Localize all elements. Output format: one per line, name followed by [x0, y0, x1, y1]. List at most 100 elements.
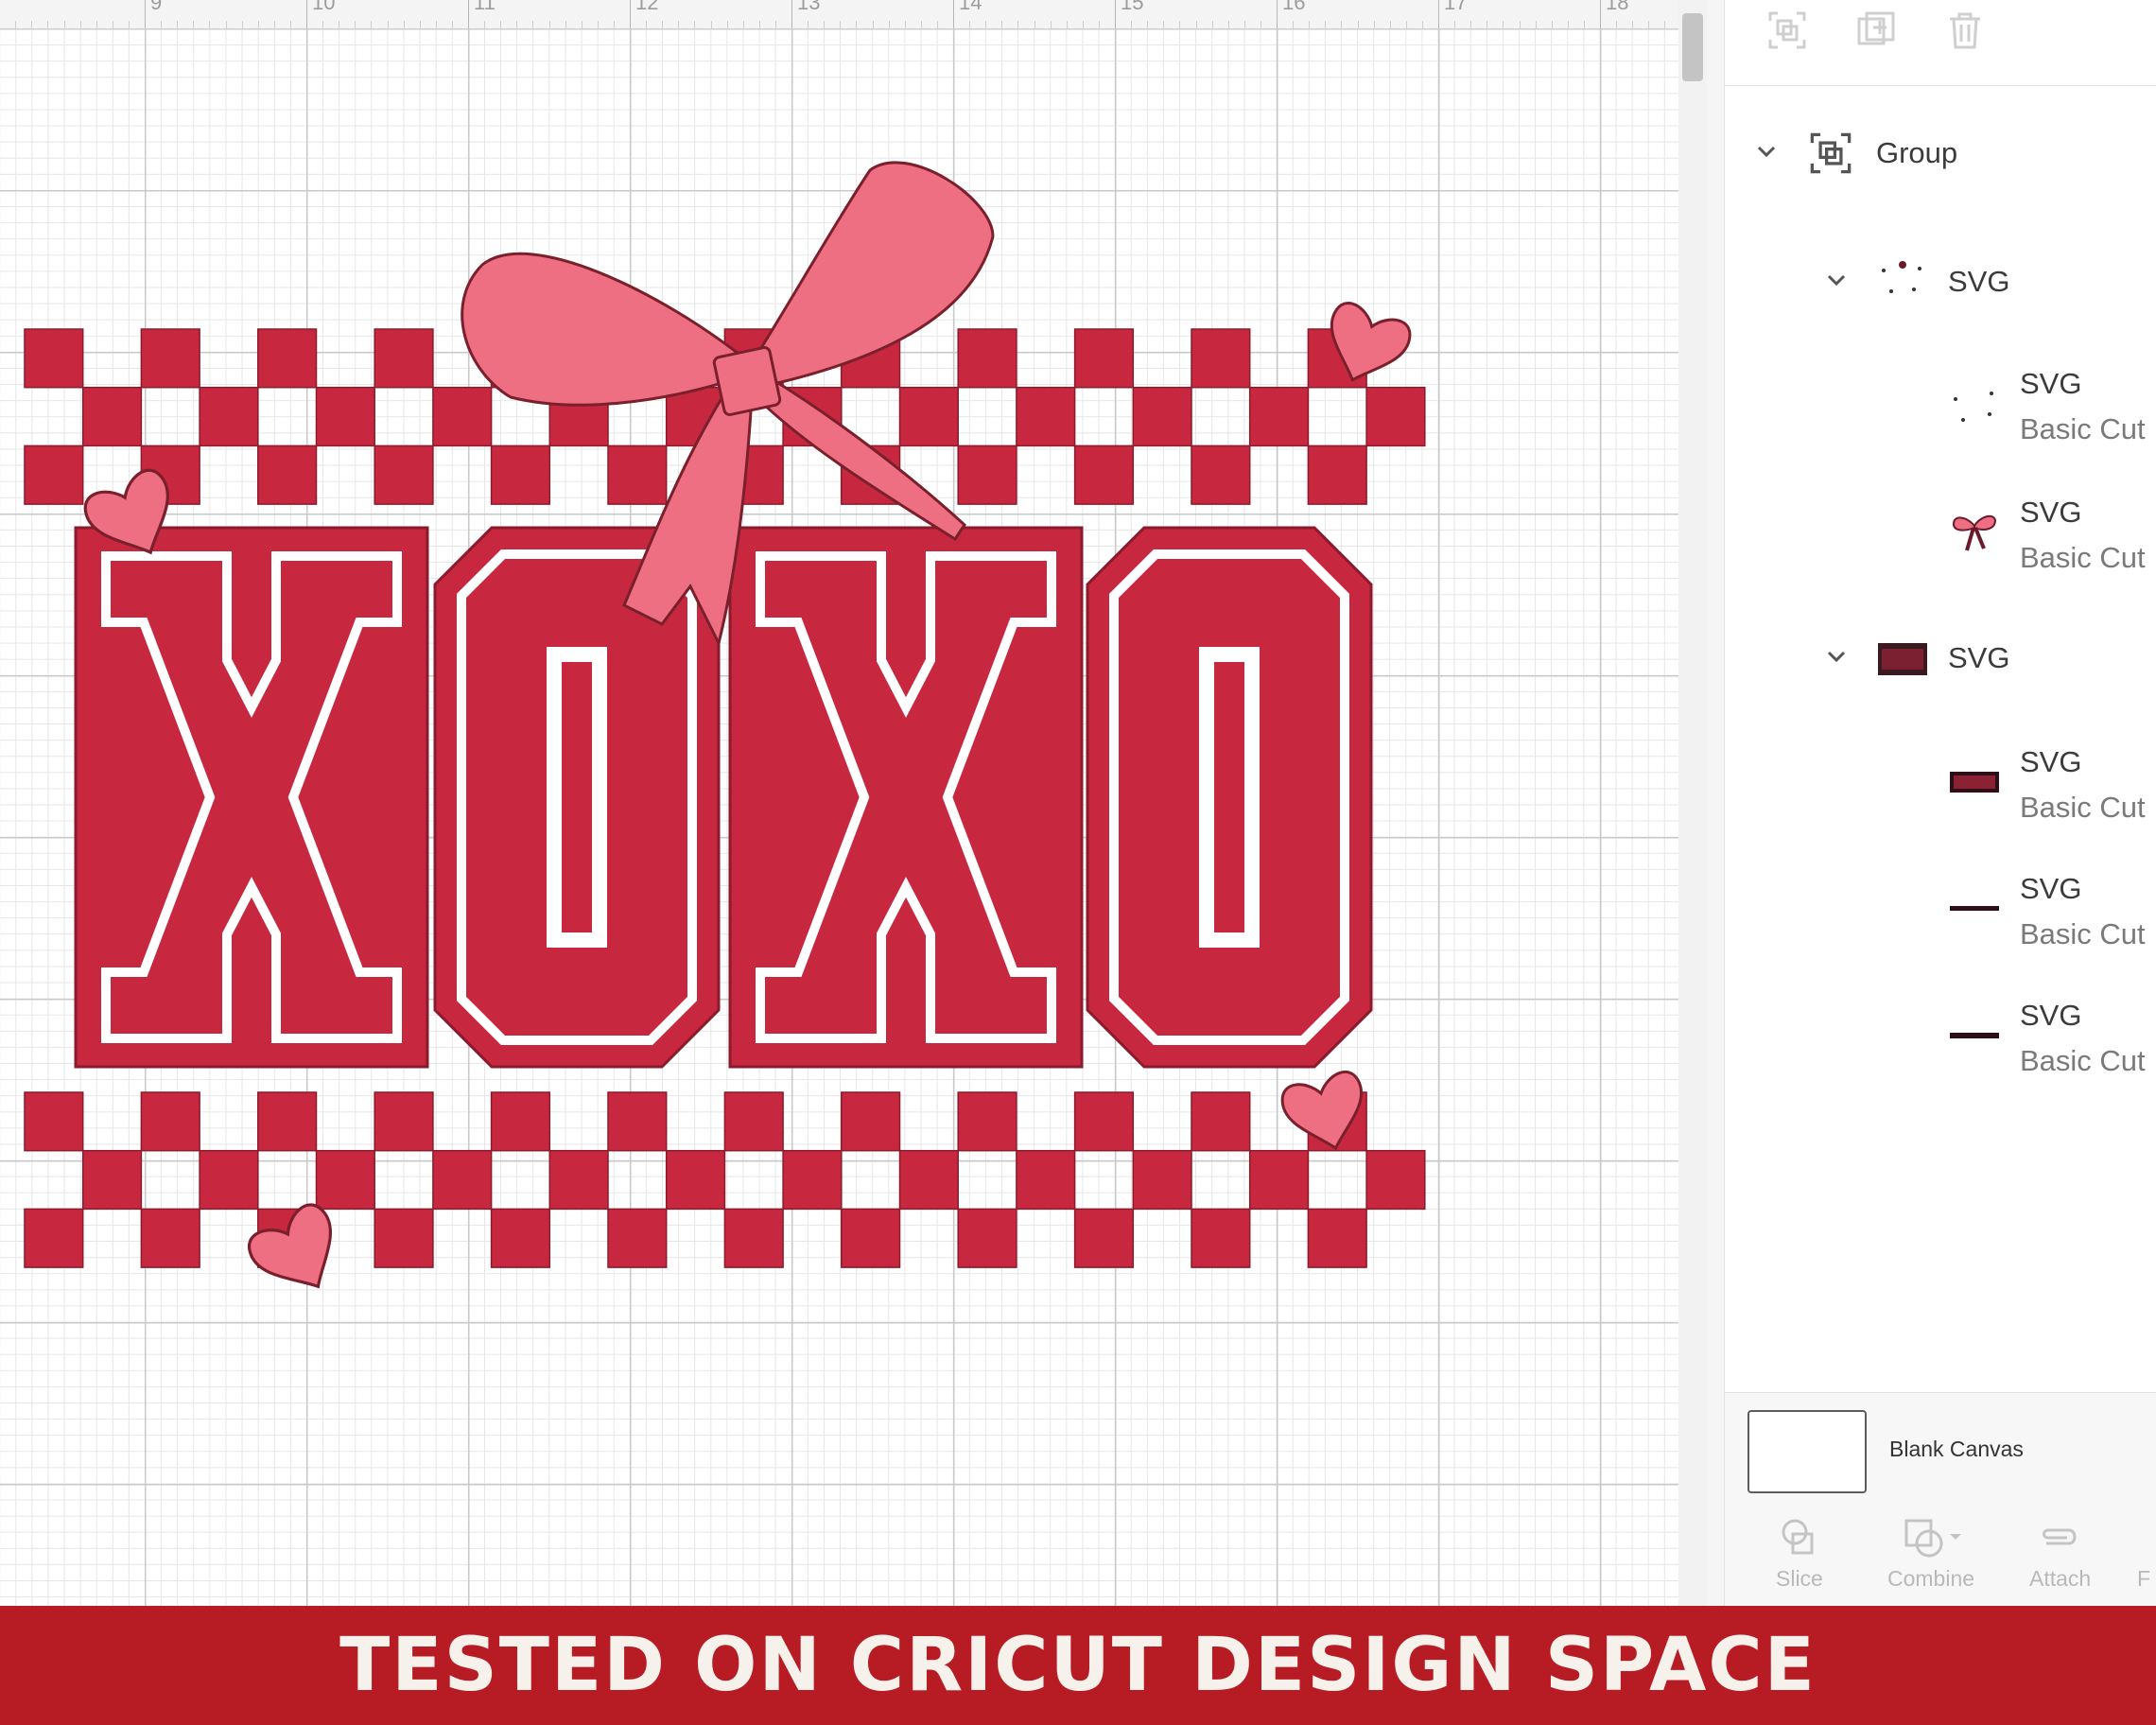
checker-square	[140, 1208, 200, 1268]
layer-thumbnail-icon	[1954, 392, 1993, 422]
checker-square	[374, 328, 434, 389]
layer-group[interactable]: Group	[1725, 123, 2156, 189]
ruler-minor-tick	[403, 21, 405, 28]
ruler-minor-tick	[678, 21, 680, 28]
ruler-minor-tick	[79, 21, 81, 28]
checker-square	[81, 386, 143, 447]
ruler-minor-tick	[257, 21, 259, 28]
chevron-down-icon[interactable]	[1825, 269, 1848, 291]
checker-square	[1073, 1091, 1135, 1152]
ruler-minor-tick	[15, 21, 17, 28]
scrollbar-thumb[interactable]	[1682, 13, 1703, 81]
checker-square	[957, 1208, 1017, 1268]
checker-square	[607, 1091, 668, 1152]
layer-subtitle: Basic Cut	[2020, 1044, 2146, 1077]
letter-o-2	[1086, 526, 1373, 1069]
layer-svg-b-child-3[interactable]: SVG Basic Cut	[1725, 991, 2156, 1086]
ruler-minor-tick	[597, 21, 599, 28]
ruler-minor-tick	[1664, 21, 1666, 28]
ruler-minor-tick	[742, 21, 744, 28]
layer-svg-b[interactable]: SVG	[1725, 628, 2156, 694]
checker-square	[140, 1091, 200, 1152]
layer-subtitle: Basic Cut	[2020, 791, 2146, 824]
checker-square	[957, 328, 1017, 389]
ruler-minor-tick	[177, 21, 179, 28]
ruler-minor-tick	[1583, 21, 1585, 28]
ruler-major-tick	[1438, 0, 1439, 28]
checker-square	[1191, 1091, 1251, 1152]
ruler-minor-tick	[565, 21, 566, 28]
letter-x-1	[74, 526, 429, 1069]
xoxo-thumbnail-icon	[1878, 643, 1927, 675]
horizontal-ruler: 9 10 11 12 13 14 15 16 17 18	[0, 0, 1678, 29]
ruler-minor-tick	[96, 21, 97, 28]
ruler-minor-tick	[1389, 21, 1391, 28]
ruler-minor-tick	[451, 21, 453, 28]
layer-svg-b-label: SVG	[1948, 641, 2010, 674]
layer-title: SVG	[2020, 872, 2082, 905]
checker-square	[315, 386, 375, 447]
checker-square	[257, 328, 318, 389]
checker-square	[1073, 1208, 1135, 1268]
blank-canvas-swatch[interactable]	[1747, 1410, 1867, 1493]
group-icon[interactable]	[1766, 9, 1808, 51]
chevron-down-icon[interactable]	[1825, 645, 1848, 668]
ruler-minor-tick	[1535, 21, 1537, 28]
design-canvas[interactable]: 9 10 11 12 13 14 15 16 17 18	[0, 0, 1678, 1606]
ruler-label: 15	[1121, 0, 1144, 14]
layer-svg-b-child-2[interactable]: SVG Basic Cut	[1725, 864, 2156, 959]
duplicate-icon[interactable]	[1855, 9, 1897, 51]
slice-button[interactable]: Slice	[1742, 1506, 1855, 1606]
ruler-major-tick	[630, 0, 631, 28]
checker-square	[490, 1091, 551, 1152]
chevron-down-icon[interactable]	[1755, 140, 1778, 163]
flatten-button[interactable]: F	[2133, 1506, 2156, 1606]
ruler-minor-tick	[936, 21, 938, 28]
checker-band-bottom	[24, 1091, 1426, 1268]
ruler-minor-tick	[516, 21, 518, 28]
ruler-minor-tick	[1082, 21, 1084, 28]
layer-svg-b-child-1[interactable]: SVG Basic Cut	[1725, 738, 2156, 832]
layers-panel: Group SVG SVG Basic Cut SVG Basic Cut SV…	[1724, 0, 2156, 1606]
ruler-minor-tick	[1648, 21, 1650, 28]
layer-title: SVG	[2020, 496, 2082, 529]
layer-svg-a-child-1[interactable]: SVG Basic Cut	[1725, 359, 2156, 454]
checker-square	[1073, 444, 1135, 505]
ruler-minor-tick	[209, 21, 211, 28]
ruler-minor-tick	[1098, 21, 1100, 28]
checker-square	[1191, 328, 1251, 389]
ruler-minor-tick	[1470, 21, 1472, 28]
combine-button[interactable]: Combine	[1869, 1506, 1982, 1606]
ruler-label: 9	[150, 0, 163, 14]
ruler-major-tick	[468, 0, 469, 28]
ruler-minor-tick	[1227, 21, 1229, 28]
flatten-label: F	[2137, 1566, 2151, 1591]
checker-square	[1191, 1208, 1251, 1268]
layer-svg-a-child-2[interactable]: SVG Basic Cut	[1725, 488, 2156, 583]
checker-square	[199, 386, 259, 447]
ruler-minor-tick	[1147, 21, 1149, 28]
ruler-minor-tick	[1309, 21, 1311, 28]
checker-square	[607, 1208, 668, 1268]
ruler-minor-tick	[1567, 21, 1569, 28]
letter-o-1	[433, 526, 721, 1069]
ruler-major-tick	[1277, 0, 1278, 28]
blank-canvas-row[interactable]: Blank Canvas	[1725, 1392, 2156, 1507]
ruler-minor-tick	[1551, 21, 1553, 28]
checker-square	[1073, 328, 1135, 389]
letter-x-2	[728, 526, 1084, 1069]
ruler-minor-tick	[856, 21, 858, 28]
ruler-major-tick	[953, 0, 954, 28]
slice-label: Slice	[1776, 1566, 1823, 1591]
ruler-minor-tick	[985, 21, 987, 28]
combine-label: Combine	[1887, 1566, 1975, 1591]
layer-svg-a[interactable]: SVG	[1725, 248, 2156, 314]
xoxo-artwork[interactable]	[0, 0, 1678, 1606]
ruler-minor-tick	[1632, 21, 1634, 28]
attach-button[interactable]: Attach	[1999, 1506, 2113, 1606]
ruler-minor-tick	[371, 21, 373, 28]
delete-icon[interactable]	[1944, 9, 1986, 51]
ruler-minor-tick	[694, 21, 696, 28]
vertical-scrollbar[interactable]	[1678, 0, 1707, 1606]
ruler-minor-tick	[758, 21, 760, 28]
